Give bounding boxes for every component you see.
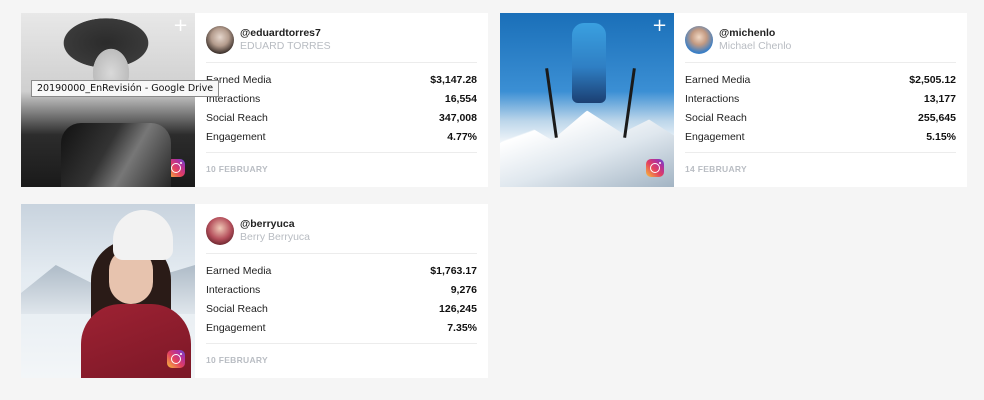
stat-label: Interactions [685, 92, 740, 105]
instagram-icon [167, 350, 185, 368]
stat-value: 347,008 [439, 111, 477, 124]
stat-earned-media: Earned Media $3,147.28 [206, 70, 477, 89]
stats-list: Earned Media $3,147.28 Interactions 16,5… [206, 70, 477, 146]
profile-header: @berryuca Berry Berryuca [206, 214, 477, 248]
stat-label: Social Reach [206, 302, 268, 315]
profile-name: EDUARD TORRES [240, 40, 331, 52]
profile-name: Michael Chenlo [719, 40, 792, 52]
stat-label: Earned Media [685, 73, 751, 86]
stat-value: 16,554 [444, 92, 477, 105]
post-date: 10 FEBRUARY [206, 164, 269, 174]
stat-social-reach: Social Reach 255,645 [685, 108, 956, 127]
avatar[interactable] [206, 217, 234, 245]
stat-value: 4.77% [447, 130, 477, 143]
stat-engagement: Engagement 5.15% [685, 127, 956, 146]
divider [206, 62, 477, 63]
avatar[interactable] [206, 26, 234, 54]
profile-name: Berry Berryuca [240, 231, 311, 243]
stat-engagement: Engagement 4.77% [206, 127, 477, 146]
divider [206, 152, 477, 153]
stat-earned-media: Earned Media $2,505.12 [685, 70, 956, 89]
stat-label: Social Reach [206, 111, 268, 124]
plus-icon[interactable]: + [173, 17, 188, 35]
stat-value: $1,763.17 [430, 264, 477, 277]
stat-value: 9,276 [450, 283, 477, 296]
post-image[interactable]: + [21, 13, 195, 187]
post-date: 10 FEBRUARY [206, 355, 269, 365]
stat-value: $2,505.12 [909, 73, 956, 86]
stat-social-reach: Social Reach 126,245 [206, 299, 477, 318]
stat-label: Engagement [206, 130, 266, 143]
stat-engagement: Engagement 7.35% [206, 318, 477, 337]
profile-header: @eduardtorres7 EDUARD TORRES [206, 23, 477, 57]
divider [685, 62, 956, 63]
stat-earned-media: Earned Media $1,763.17 [206, 261, 477, 280]
card-info: @berryuca Berry Berryuca Earned Media $1… [195, 204, 488, 378]
divider [206, 343, 477, 344]
ski-pole [545, 68, 558, 138]
influencer-card[interactable]: + 20190000_EnRevisión - Google Drive @ed… [21, 13, 488, 187]
avatar[interactable] [685, 26, 713, 54]
post-image[interactable] [21, 204, 195, 378]
tooltip: 20190000_EnRevisión - Google Drive [31, 80, 220, 97]
stat-social-reach: Social Reach 347,008 [206, 108, 477, 127]
stat-value: 7.35% [447, 321, 477, 334]
divider [685, 152, 956, 153]
profile-header: @michenlo Michael Chenlo [685, 23, 956, 57]
profile-handle[interactable]: @michenlo [719, 27, 791, 40]
post-date: 14 FEBRUARY [685, 164, 748, 174]
instagram-icon [167, 159, 185, 177]
hat-graphic [113, 210, 173, 260]
profile-handle[interactable]: @berryuca [240, 218, 310, 231]
profile-handle[interactable]: @eduardtorres7 [240, 27, 331, 40]
stat-interactions: Interactions 9,276 [206, 280, 477, 299]
stat-interactions: Interactions 13,177 [685, 89, 956, 108]
influencer-card[interactable]: + @michenlo Michael Chenlo Earned Media … [500, 13, 967, 187]
stat-value: 5.15% [926, 130, 956, 143]
stat-label: Interactions [206, 283, 261, 296]
plus-icon[interactable]: + [652, 17, 667, 35]
stat-interactions: Interactions 16,554 [206, 89, 477, 108]
post-image[interactable]: + [500, 13, 674, 187]
skier-graphic [572, 23, 606, 103]
stat-value: 255,645 [918, 111, 956, 124]
stat-label: Engagement [685, 130, 745, 143]
stat-value: $3,147.28 [430, 73, 477, 86]
stat-label: Earned Media [206, 264, 272, 277]
stats-list: Earned Media $1,763.17 Interactions 9,27… [206, 261, 477, 337]
influencer-card[interactable]: @berryuca Berry Berryuca Earned Media $1… [21, 204, 488, 378]
stat-label: Social Reach [685, 111, 747, 124]
stat-label: Engagement [206, 321, 266, 334]
card-info: @michenlo Michael Chenlo Earned Media $2… [674, 13, 967, 187]
instagram-icon [646, 159, 664, 177]
stat-value: 126,245 [439, 302, 477, 315]
stats-list: Earned Media $2,505.12 Interactions 13,1… [685, 70, 956, 146]
divider [206, 253, 477, 254]
stat-value: 13,177 [923, 92, 956, 105]
card-info: @eduardtorres7 EDUARD TORRES Earned Medi… [195, 13, 488, 187]
